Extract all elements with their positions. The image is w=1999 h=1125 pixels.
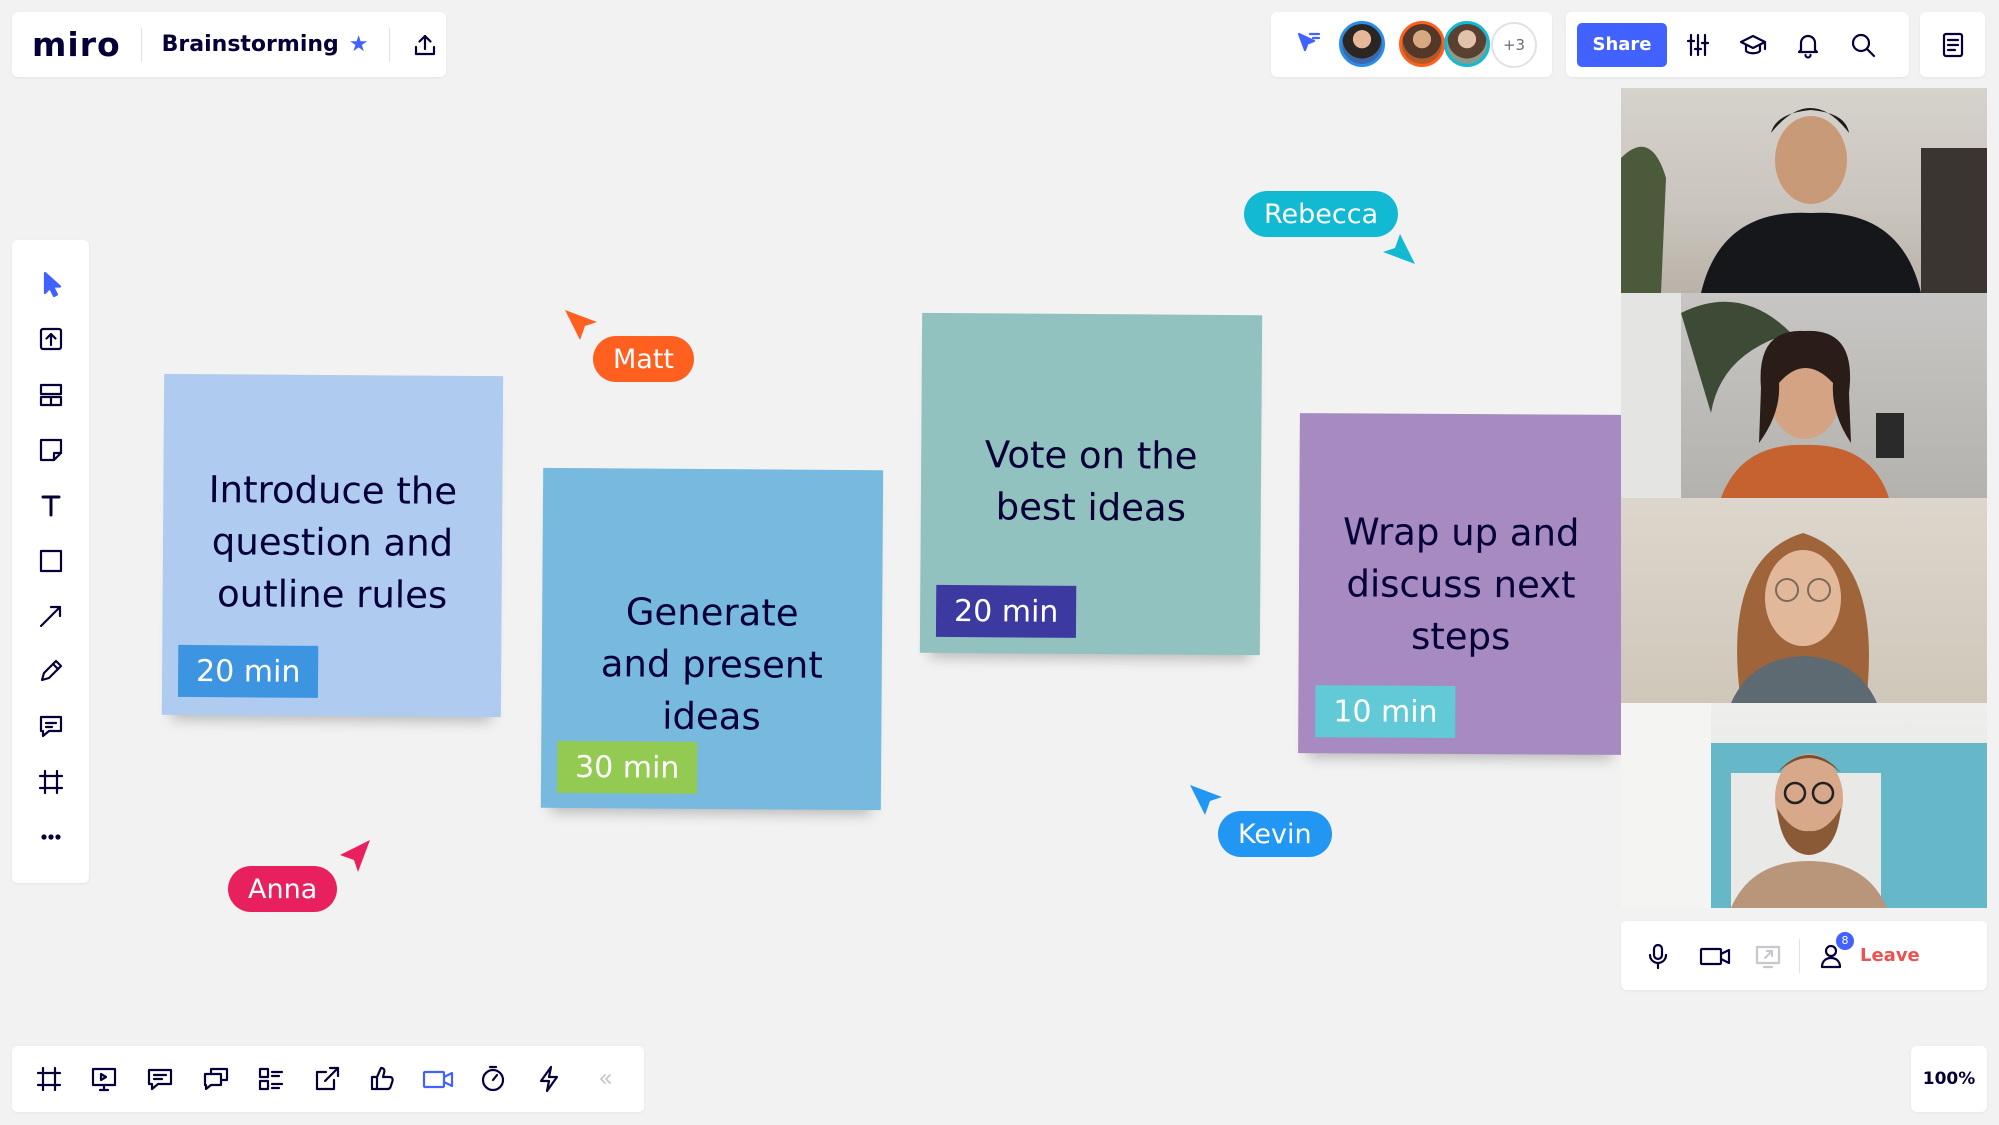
presentation-icon[interactable] (80, 1055, 128, 1103)
share-button[interactable]: Share (1577, 22, 1667, 67)
export-board-icon[interactable] (303, 1055, 351, 1103)
participants-icon[interactable]: 8 (1816, 931, 1854, 971)
pen-icon[interactable] (12, 647, 89, 695)
notes-icon[interactable] (1920, 12, 1985, 77)
miro-logo[interactable]: miro (32, 25, 121, 64)
lightning-icon[interactable] (525, 1055, 573, 1103)
collaborator-cursor-label: Matt (593, 336, 695, 382)
chat-icon[interactable] (192, 1055, 240, 1103)
sticky-note-text: Introduce the question and outline rules (208, 468, 458, 617)
participant-video (1621, 293, 1904, 498)
shape-tool-icon[interactable] (12, 537, 89, 585)
templates-icon[interactable] (12, 371, 89, 419)
video-tile[interactable] (1621, 498, 1987, 703)
sticky-note[interactable]: Generate and present ideas 30 min (540, 467, 884, 811)
cards-icon[interactable] (247, 1055, 295, 1103)
bottom-toolbar (12, 1046, 644, 1112)
collaborator-avatar[interactable] (1399, 21, 1445, 67)
divider (388, 27, 390, 62)
video-chat-icon[interactable] (414, 1055, 462, 1103)
sticky-note[interactable]: Vote on the best ideas 20 min (919, 312, 1263, 656)
cursor-arrow-icon (1190, 785, 1222, 815)
leave-call-button[interactable]: Leave (1860, 945, 1920, 966)
connection-line-icon[interactable] (12, 592, 89, 640)
sticky-note-text: Wrap up and discuss next steps (1342, 510, 1580, 659)
zoom-level[interactable]: 100% (1911, 1046, 1987, 1112)
more-tools-icon[interactable] (12, 813, 89, 861)
duration-tag: 20 min (177, 644, 319, 698)
collaborator-cursor-label: Kevin (1218, 811, 1332, 857)
star-icon[interactable]: ★ (349, 32, 369, 57)
comment-icon[interactable] (12, 702, 89, 750)
collaborator-avatar[interactable] (1444, 21, 1490, 67)
board-tools-panel: Share (1566, 12, 1909, 77)
select-cursor-icon[interactable] (12, 260, 89, 308)
duration-tag: 10 min (1315, 685, 1456, 738)
timer-icon[interactable] (469, 1055, 517, 1103)
screen-share-icon[interactable] (1753, 941, 1783, 971)
collaborator-cursor-label: Rebecca (1244, 191, 1399, 237)
sticky-note[interactable]: Introduce the question and outline rules… (161, 373, 504, 718)
duration-tag: 20 min (935, 584, 1077, 638)
participant-video (1621, 108, 1987, 293)
cursor-arrow-icon (340, 840, 370, 872)
export-icon[interactable] (410, 30, 440, 60)
notifications-bell-icon[interactable] (1793, 30, 1823, 60)
participant-count-badge: 8 (1836, 931, 1854, 950)
collaborator-avatar[interactable] (1339, 21, 1385, 67)
cursor-arrow-icon (565, 310, 597, 340)
settings-sliders-icon[interactable] (1683, 30, 1713, 60)
divider (1799, 938, 1800, 973)
search-icon[interactable] (1848, 30, 1878, 60)
sticky-note-icon[interactable] (12, 426, 89, 474)
more-collaborators-badge[interactable]: +3 (1491, 22, 1537, 68)
video-call-controls: 8 Leave (1621, 921, 1987, 990)
board-header: miro Brainstorming ★ (12, 12, 446, 77)
duration-tag: 30 min (556, 740, 698, 794)
collaborators-panel: +3 (1271, 12, 1552, 77)
voting-icon[interactable] (358, 1055, 406, 1103)
learning-center-icon[interactable] (1738, 30, 1768, 60)
frames-icon[interactable] (25, 1055, 73, 1103)
collaborator-cursor-label: Anna (228, 866, 338, 912)
follow-cursor-icon[interactable] (1293, 29, 1323, 59)
video-tile[interactable] (1621, 293, 1987, 498)
collapse-toolbar-icon[interactable] (581, 1055, 629, 1103)
participant-video (1621, 703, 1987, 908)
cursor-arrow-icon (1383, 234, 1415, 264)
text-tool-icon[interactable] (12, 482, 89, 530)
sticky-note-text: Generate and present ideas (600, 590, 823, 739)
frame-icon[interactable] (12, 758, 89, 806)
video-tile[interactable] (1621, 88, 1987, 293)
left-toolbar (12, 240, 89, 883)
video-tile[interactable] (1621, 703, 1987, 908)
sticky-note[interactable]: Wrap up and discuss next steps 10 min (1298, 413, 1624, 755)
camera-icon[interactable] (1697, 941, 1733, 971)
participant-video (1731, 533, 1877, 703)
sticky-note-text: Vote on the best ideas (984, 433, 1198, 530)
comments-panel-icon[interactable] (136, 1055, 184, 1103)
microphone-icon[interactable] (1643, 941, 1673, 971)
divider (140, 27, 142, 62)
board-title[interactable]: Brainstorming (162, 32, 339, 57)
upload-icon[interactable] (12, 315, 89, 363)
